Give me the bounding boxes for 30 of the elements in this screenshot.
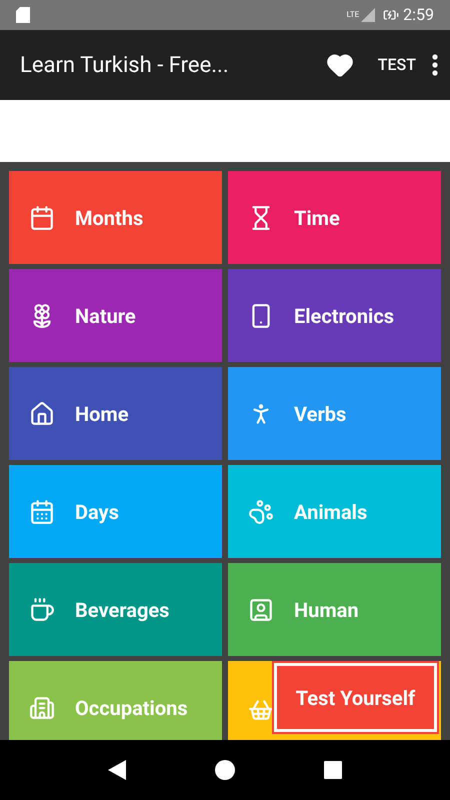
category-tile[interactable]: Months (9, 171, 222, 264)
test-button[interactable]: TEST (378, 53, 416, 77)
test-yourself-button[interactable]: Test Yourself (274, 663, 437, 732)
category-tile[interactable]: Days (9, 465, 222, 558)
app-title: Learn Turkish - Free... (20, 52, 230, 80)
category-tile[interactable]: Occupations (9, 661, 222, 740)
building-icon (29, 694, 55, 720)
sd-card-icon (16, 7, 30, 23)
category-tile[interactable]: Human (228, 563, 441, 656)
more-button[interactable] (432, 54, 438, 76)
house-icon (29, 400, 55, 426)
signal-icon (361, 8, 376, 22)
category-tile[interactable]: Time (228, 171, 441, 264)
clock: 2:59 (403, 4, 434, 26)
calendar-icon (29, 204, 55, 230)
more-icon (432, 54, 438, 76)
paw-icon (248, 498, 274, 524)
category-tile[interactable]: Nature (9, 269, 222, 362)
back-icon[interactable] (108, 760, 126, 780)
category-tile[interactable]: Home (9, 367, 222, 460)
category-tile[interactable]: Beverages (9, 563, 222, 656)
calendar-icon (29, 498, 55, 524)
home-icon[interactable] (214, 760, 235, 780)
cup-icon (29, 596, 55, 622)
recents-icon[interactable] (324, 761, 342, 779)
network-label: LTE (346, 9, 360, 21)
category-tile[interactable]: Animals (228, 465, 441, 558)
category-tile[interactable]: Verbs (228, 367, 441, 460)
category-tile[interactable]: Electronics (228, 269, 441, 362)
person-card-icon (248, 596, 274, 622)
